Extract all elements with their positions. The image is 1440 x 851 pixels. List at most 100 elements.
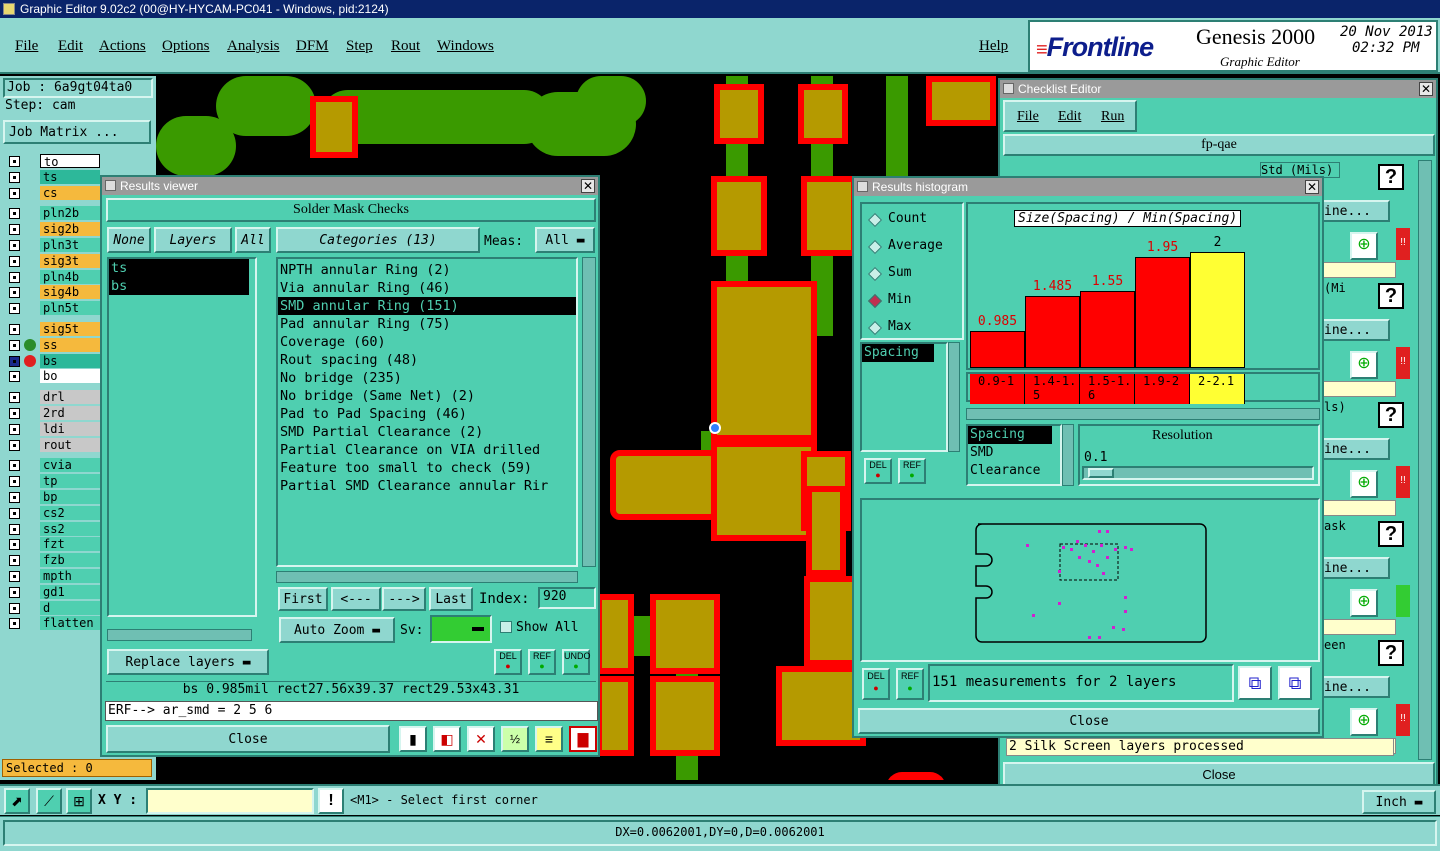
layer-row-ldi[interactable]: ldi (6, 421, 100, 437)
chart-hscrollbar[interactable] (966, 408, 1320, 420)
layer-row-ss2[interactable]: ss2 (6, 521, 100, 537)
menu-options[interactable]: Options (162, 38, 210, 55)
layer-name[interactable]: cs (40, 185, 100, 200)
layer-row-2rd[interactable]: 2rd (6, 406, 100, 421)
layer-name[interactable]: 2rd (40, 406, 100, 420)
layer-row-rout[interactable]: rout (6, 437, 100, 453)
slider-thumb[interactable] (1088, 468, 1114, 478)
layer-name[interactable]: cvia (40, 458, 100, 473)
sv-color-dropdown[interactable] (430, 615, 492, 643)
layer-row-pln3t[interactable]: pln3t (6, 238, 100, 253)
radio-diamond-icon[interactable] (867, 266, 883, 282)
layer-row-pln5t[interactable]: pln5t (6, 301, 100, 316)
refresh-icon[interactable]: REF ● (898, 458, 926, 484)
none-button[interactable]: None (107, 227, 151, 253)
layer-name[interactable]: fzb (40, 553, 100, 568)
layer-checkbox[interactable] (9, 392, 20, 404)
line-button[interactable]: ine... (1320, 438, 1390, 460)
measure-vscrollbar[interactable] (948, 342, 960, 452)
layer-checkbox[interactable] (9, 423, 20, 435)
histogram-bar[interactable] (970, 330, 1025, 368)
layer-name[interactable]: d (40, 600, 100, 615)
delete-icon[interactable]: DEL ● (494, 649, 522, 675)
histogram-close-button[interactable]: Close (858, 708, 1320, 734)
sort-item[interactable]: SMD (968, 444, 1060, 462)
layer-checkbox[interactable] (9, 255, 20, 267)
option-min[interactable]: Min (867, 289, 966, 313)
layer-row-ts[interactable]: ts (6, 169, 100, 185)
layer-name[interactable]: sig2b (40, 222, 100, 237)
checklist-menu-edit[interactable]: Edit (1058, 109, 1081, 125)
radio-diamond-icon[interactable] (867, 320, 883, 336)
close-icon[interactable]: ✕ (1305, 180, 1319, 194)
replace-layers-dropdown[interactable]: Replace layers ▬ (107, 649, 269, 675)
auto-zoom-dropdown[interactable]: Auto Zoom ▬ (279, 617, 395, 643)
prev-button[interactable]: <--- (331, 587, 381, 611)
layer-checkbox[interactable] (9, 439, 20, 451)
layer-checkbox[interactable] (9, 618, 20, 630)
sort-item[interactable]: Spacing (968, 426, 1052, 444)
menu-analysis[interactable]: Analysis (227, 38, 280, 55)
refresh-icon[interactable]: REF ● (896, 668, 924, 700)
notes-icon[interactable]: ≡ (535, 726, 563, 752)
layer-checkbox[interactable] (9, 371, 20, 383)
close-icon[interactable]: ✕ (1419, 82, 1433, 96)
histogram-icon[interactable]: ▇ (569, 726, 597, 752)
meas-dropdown[interactable]: All ▬ (535, 227, 595, 253)
layer-row-fzt[interactable]: fzt (6, 537, 100, 552)
layer-checkbox[interactable] (9, 324, 20, 335)
categories-vscrollbar[interactable] (582, 257, 596, 567)
category-item[interactable]: No bridge (235) (278, 369, 576, 387)
layer-row-mpth[interactable]: mpth (6, 569, 100, 584)
layer-checkbox[interactable] (9, 523, 20, 535)
layer-row-cs2[interactable]: cs2 (6, 505, 100, 521)
category-item[interactable]: SMD annular Ring (151) (278, 297, 576, 315)
zoom-icon[interactable]: ⊕ (1350, 351, 1378, 379)
option-count[interactable]: Count (867, 208, 966, 232)
layer-row-pln4b[interactable]: pln4b (6, 269, 100, 285)
undo-icon[interactable]: UNDO ● (562, 649, 591, 675)
option-average[interactable]: Average (867, 235, 966, 259)
layer-checkbox[interactable] (9, 271, 20, 283)
measure-item[interactable]: Spacing (862, 344, 934, 362)
delete-icon[interactable]: DEL ● (864, 458, 892, 484)
xy-input[interactable] (146, 788, 314, 814)
layer-name[interactable]: to (40, 154, 100, 169)
layer-checkbox[interactable] (9, 539, 20, 551)
menu-help[interactable]: Help (979, 38, 1008, 55)
layer-name[interactable]: pln5t (40, 301, 100, 316)
measure-icon[interactable]: ⟋ (36, 788, 62, 814)
radio-diamond-icon[interactable] (867, 212, 883, 228)
layer-name[interactable]: drl (40, 390, 100, 405)
layer-row-drl[interactable]: drl (6, 390, 100, 405)
measure-list[interactable]: Spacing (860, 342, 948, 452)
checklist-menu-file[interactable]: File (1017, 109, 1039, 125)
layer-checkbox[interactable] (9, 339, 20, 351)
menu-edit[interactable]: Edit (58, 38, 83, 55)
layer-checkbox[interactable] (9, 187, 20, 199)
category-item[interactable]: Partial Clearance on VIA drilled (278, 441, 576, 459)
next-button[interactable]: ---> (382, 587, 426, 611)
layer-checkbox[interactable] (9, 507, 20, 519)
alert-icon[interactable]: ! (318, 788, 344, 814)
menu-rout[interactable]: Rout (391, 38, 420, 55)
layer-row-sig3t[interactable]: sig3t (6, 253, 100, 269)
help-icon[interactable]: ? (1378, 283, 1404, 309)
menu-dfm[interactable]: DFM (296, 38, 329, 55)
zoom-icon[interactable]: ⊕ (1350, 708, 1378, 736)
menu-actions[interactable]: Actions (99, 38, 146, 55)
layer-row-sig5t[interactable]: sig5t (6, 322, 100, 337)
category-item[interactable]: Via annular Ring (46) (278, 279, 576, 297)
checklist-menu-run[interactable]: Run (1101, 109, 1124, 125)
categories-button[interactable]: Categories (13) (276, 227, 480, 253)
person-icon[interactable]: ▮ (399, 726, 427, 752)
layer-row-bp[interactable]: bp (6, 490, 100, 505)
layer-name[interactable]: mpth (40, 569, 100, 583)
category-item[interactable]: Pad to Pad Spacing (46) (278, 405, 576, 423)
close-icon[interactable]: ✕ (581, 179, 595, 193)
results-close-button[interactable]: Close (106, 725, 390, 753)
refresh-icon[interactable]: REF ● (528, 649, 556, 675)
layer-name[interactable]: bo (40, 369, 100, 384)
zoom-area-icon[interactable]: ⬈ (4, 788, 30, 814)
layer-checkbox[interactable] (9, 571, 20, 582)
